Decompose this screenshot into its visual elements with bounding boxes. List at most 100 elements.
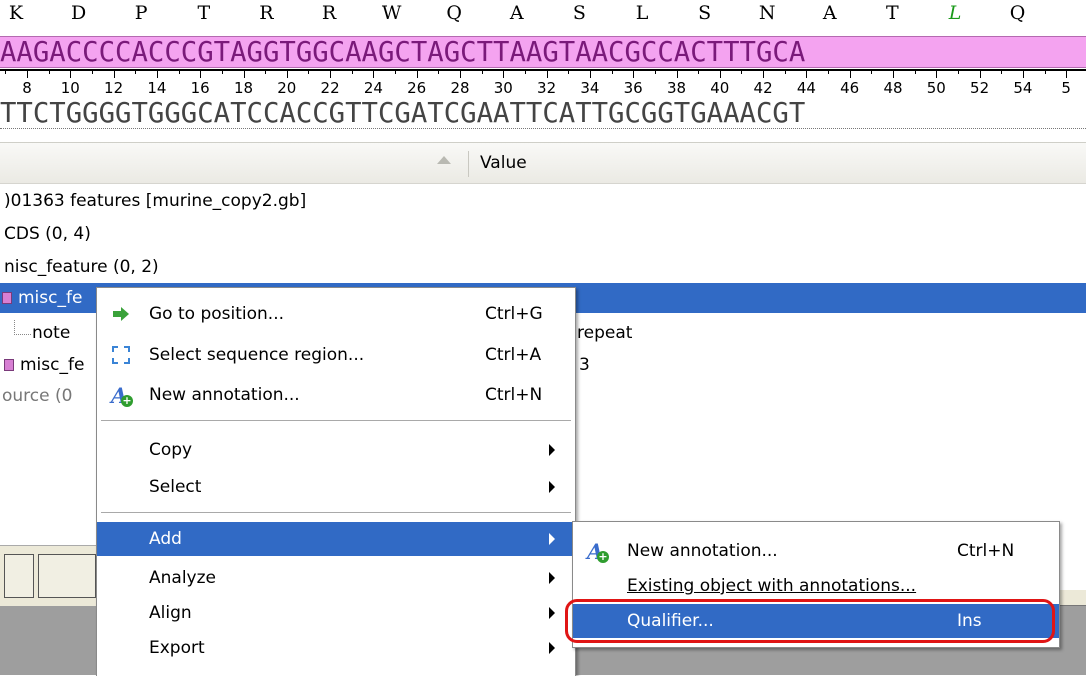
submenu-arrow-icon bbox=[549, 481, 555, 493]
menu-item-analyze[interactable]: Analyze bbox=[97, 561, 575, 595]
tree-row-source[interactable]: ource (0 bbox=[2, 381, 72, 411]
ruler-tick bbox=[243, 69, 245, 78]
ruler-tick bbox=[633, 69, 635, 78]
column-divider[interactable] bbox=[468, 151, 469, 177]
menu-item-label: New annotation... bbox=[149, 385, 300, 405]
menu-item-label: Select sequence region... bbox=[149, 345, 365, 365]
qualifier-highlight-ring bbox=[565, 599, 1055, 643]
submenu-arrow-icon bbox=[549, 533, 555, 545]
toolbar-button[interactable] bbox=[38, 554, 96, 598]
amino-acid-letter: S bbox=[572, 2, 586, 24]
ruler-number: 38 bbox=[666, 79, 687, 97]
ruler-number: 46 bbox=[840, 79, 860, 97]
ruler-number: 14 bbox=[147, 79, 167, 97]
annotation-square-icon bbox=[4, 359, 14, 371]
menu-item-select[interactable]: Select bbox=[97, 470, 575, 504]
ruler-tick bbox=[503, 69, 505, 78]
ruler-number: 48 bbox=[883, 79, 903, 97]
menu-item-add[interactable]: Add bbox=[97, 522, 575, 556]
ruler-tick bbox=[395, 69, 397, 74]
menu-item-shortcut: Ctrl+G bbox=[485, 304, 543, 324]
submenu-item-existing-object[interactable]: Existing object with annotations... bbox=[573, 569, 1059, 603]
menu-item-go-to-position[interactable]: Go to position... Ctrl+G bbox=[97, 297, 575, 331]
ruler-tick bbox=[654, 69, 656, 74]
ruler-number: 22 bbox=[320, 79, 340, 97]
submenu-arrow-icon bbox=[549, 444, 555, 456]
menu-item-shortcut: Ctrl+A bbox=[485, 345, 542, 365]
ruler-tick bbox=[48, 69, 50, 74]
tree-row-cds[interactable]: CDS (0, 4) bbox=[4, 219, 91, 249]
ruler-tick bbox=[828, 69, 830, 74]
ruler-tick bbox=[27, 69, 28, 78]
amino-acid-letter: N bbox=[758, 2, 776, 24]
ruler-tick bbox=[719, 69, 721, 78]
top-strand-sequence: AAGACCCCACCCGTAGGTGGCAAGCTAGCTTAAGTAACGC… bbox=[0, 36, 1086, 68]
amino-acid-letter: D bbox=[70, 2, 87, 24]
ruler-tick bbox=[611, 69, 613, 74]
ruler-tick bbox=[914, 69, 916, 74]
menu-item-shortcut: Ctrl+N bbox=[485, 385, 543, 405]
menu-item-export[interactable]: Export bbox=[97, 631, 575, 665]
tree-row-misc-feature-2[interactable]: misc_fe bbox=[4, 350, 84, 380]
ruler-tick bbox=[806, 69, 808, 78]
menu-item-label: Copy bbox=[149, 440, 193, 460]
amino-acid-letter: A bbox=[509, 2, 524, 24]
tree-row-label: ource (0 bbox=[2, 386, 73, 406]
tree-row-note[interactable]: note bbox=[32, 318, 70, 348]
amino-acid-letter: L bbox=[948, 2, 962, 24]
menu-item-label: Select bbox=[149, 477, 202, 497]
new-annotation-icon: A + bbox=[111, 383, 133, 408]
ruler-tick bbox=[763, 69, 765, 78]
ruler-tick bbox=[70, 69, 72, 78]
ruler-tick bbox=[698, 69, 700, 74]
ruler-tick bbox=[481, 69, 483, 74]
note-value-text: repeat bbox=[577, 323, 633, 343]
amino-acid-letter: S bbox=[698, 2, 712, 24]
tree-row-misc-feature-group[interactable]: nisc_feature (0, 2) bbox=[4, 252, 159, 282]
ruler-tick bbox=[460, 69, 461, 78]
sequence-view[interactable]: K D P T R R W Q A S L S N A T L Q AAGACCCCACCCGTAGGTGGCA… bbox=[0, 0, 1086, 134]
menu-item-copy[interactable]: Copy bbox=[97, 433, 575, 467]
menu-item-shortcut: Ctrl+N bbox=[957, 541, 1015, 561]
annotation-tree-header[interactable]: Value bbox=[0, 142, 1086, 184]
menu-item-label: Align bbox=[149, 603, 192, 623]
ruler-tick bbox=[546, 69, 548, 78]
misc-feature-value-text: 3 bbox=[579, 355, 590, 375]
ruler-tick bbox=[351, 69, 353, 74]
sort-ascending-icon[interactable] bbox=[437, 156, 451, 164]
ruler-tick bbox=[135, 69, 137, 74]
ruler-tick bbox=[1066, 69, 1068, 78]
column-header-value[interactable]: Value bbox=[480, 153, 527, 173]
menu-item-new-annotation[interactable]: A + New annotation... Ctrl+N bbox=[97, 378, 575, 412]
ruler-number: 52 bbox=[970, 79, 990, 97]
menu-item-select-sequence-region[interactable]: Select sequence region... Ctrl+A bbox=[97, 338, 575, 372]
amino-acid-letter: T bbox=[197, 2, 211, 24]
select-region-icon bbox=[112, 346, 130, 364]
ruler-tick bbox=[265, 69, 267, 74]
ruler-number: 28 bbox=[450, 79, 470, 97]
submenu-item-new-annotation[interactable]: A + New annotation... Ctrl+N bbox=[573, 534, 1059, 568]
ruler-tick bbox=[330, 69, 332, 78]
menu-item-align[interactable]: Align bbox=[97, 596, 575, 630]
context-menu: Go to position... Ctrl+G Select sequence… bbox=[96, 287, 576, 676]
ruler-tick bbox=[568, 69, 570, 74]
ruler-tick bbox=[524, 69, 526, 74]
ruler-number: 44 bbox=[796, 79, 816, 97]
ruler-tick bbox=[221, 69, 223, 74]
ruler-tick bbox=[5, 69, 7, 74]
ruler-number: 42 bbox=[753, 79, 773, 97]
new-annotation-icon: A + bbox=[587, 539, 609, 564]
ruler-number: 40 bbox=[710, 79, 730, 97]
ruler-tick bbox=[936, 69, 938, 78]
tree-row-label: )01363 features [murine_copy2.gb] bbox=[4, 191, 307, 211]
menu-item-label: Add bbox=[149, 529, 182, 549]
amino-acid-letter: Q bbox=[1009, 2, 1026, 24]
tree-row-features[interactable]: )01363 features [murine_copy2.gb] bbox=[4, 186, 306, 216]
menu-separator bbox=[101, 420, 571, 421]
submenu-arrow-icon bbox=[549, 572, 555, 584]
ruler-tick bbox=[979, 69, 981, 78]
menu-item-label: Export bbox=[149, 638, 205, 658]
ruler-tick bbox=[676, 69, 678, 78]
tree-row-label: CDS (0, 4) bbox=[4, 224, 91, 244]
toolbar-button[interactable] bbox=[4, 554, 34, 598]
